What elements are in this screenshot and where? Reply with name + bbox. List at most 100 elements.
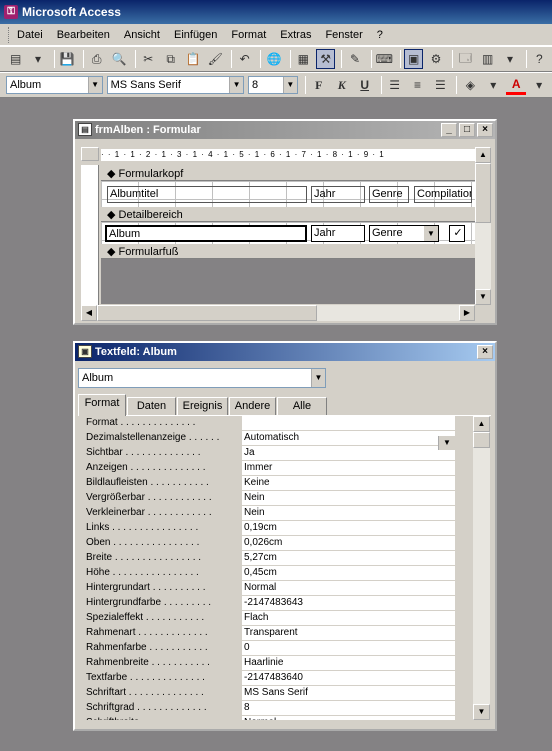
property-row[interactable]: Breite . . . . . . . . . . . . . . . . 5,… [84,551,455,566]
align-left-icon[interactable]: ☰ [385,75,405,95]
tab-format[interactable]: Format [78,394,126,416]
cut-icon[interactable]: ✂ [139,49,158,69]
label-genre[interactable]: Genre [369,186,409,203]
chevron-down-icon[interactable]: ▼ [311,369,325,387]
tab-andere[interactable]: Andere [229,397,276,415]
tab-ereignis[interactable]: Ereignis [177,397,228,415]
property-value[interactable]: Immer [242,461,455,475]
section-bar-detail[interactable]: ◆ Detailbereich [101,208,475,222]
property-row[interactable]: Hintergrundart . . . . . . . . . . Normal [84,581,455,596]
property-row[interactable]: Links . . . . . . . . . . . . . . . . 0,1… [84,521,455,536]
property-value[interactable]: Automatisch [242,431,455,445]
format-dropdown[interactable]: ▼ [438,436,455,450]
property-row[interactable]: Rahmenbreite . . . . . . . . . . . Haarli… [84,656,455,671]
chevron-down-icon[interactable]: ▼ [438,436,455,450]
property-row[interactable]: Sichtbar . . . . . . . . . . . . . . Ja [84,446,455,461]
property-row[interactable]: Format . . . . . . . . . . . . . . [84,416,455,431]
property-value[interactable]: Keine [242,476,455,490]
scroll-thumb-horizontal[interactable] [97,305,317,321]
maximize-icon[interactable]: □ [459,123,475,137]
property-value[interactable]: Haarlinie [242,656,455,670]
property-value[interactable]: Normal [242,716,455,720]
form-window-titlebar[interactable]: ▤ frmAlben : Formular _ □ × [75,121,495,139]
align-right-icon[interactable]: ☰ [430,75,450,95]
new-object-icon[interactable]: ▥ [478,49,497,69]
help-icon[interactable]: ? [530,49,549,69]
chevron-down-icon[interactable]: ▼ [87,77,102,93]
property-scrollbar[interactable]: ▲ ▼ [473,416,490,720]
vertical-scrollbar[interactable]: ▲ ▼ [475,147,491,305]
font-combo[interactable]: MS Sans Serif ▼ [106,76,245,94]
section-bar-footer[interactable]: ◆ Formularfuß [101,245,475,259]
menu-format[interactable]: Format [231,29,266,41]
property-row[interactable]: Höhe . . . . . . . . . . . . . . . . 0,45… [84,566,455,581]
chevron-down-icon[interactable]: ▼ [282,77,297,93]
property-value[interactable]: Flach [242,611,455,625]
close-icon[interactable]: × [477,123,493,137]
textbox-album[interactable]: Album [105,225,307,242]
format-painter-icon[interactable]: 🖌 [206,49,225,69]
underline-button[interactable]: U [355,75,375,95]
property-row[interactable]: Textfarbe . . . . . . . . . . . . . . -21… [84,671,455,686]
property-row[interactable]: Oben . . . . . . . . . . . . . . . . 0,02… [84,536,455,551]
fill-color-dropdown-icon[interactable]: ▾ [483,75,503,95]
chevron-down-icon[interactable]: ▼ [424,226,438,241]
property-row[interactable]: Schriftbreite . . . . . . . . . . . .Nor… [84,716,455,720]
print-icon[interactable]: ⎙ [87,49,106,69]
scroll-up-icon[interactable]: ▲ [475,147,491,163]
property-value[interactable]: 0,026cm [242,536,455,550]
bold-button[interactable]: F [309,75,329,95]
checkbox-compilation[interactable]: ✓ [449,225,465,242]
view-icon[interactable]: ▤ [6,49,25,69]
save-icon[interactable]: 💾 [58,49,77,69]
header-section[interactable]: Albumtitel Jahr Genre Compilation [101,181,475,207]
property-row[interactable]: Schriftgrad . . . . . . . . . . . . .8 [84,701,455,716]
menu-bearbeiten[interactable]: Bearbeiten [57,29,110,41]
property-sheet-titlebar[interactable]: ▣ Textfeld: Album × [75,343,495,361]
align-center-icon[interactable]: ≡ [408,75,428,95]
scroll-down-icon[interactable]: ▼ [473,704,490,720]
property-value[interactable]: 0 [242,641,455,655]
menu-fenster[interactable]: Fenster [325,29,362,41]
scroll-left-icon[interactable]: ◀ [81,305,97,321]
property-value[interactable] [242,416,455,430]
menu-ansicht[interactable]: Ansicht [124,29,160,41]
builder-icon[interactable]: ⚙ [426,49,445,69]
italic-button[interactable]: K [332,75,352,95]
close-icon[interactable]: × [477,345,493,359]
object-select[interactable]: Album ▼ [78,368,326,388]
property-row[interactable]: Dezimalstellenanzeige . . . . . . Automat… [84,431,455,446]
property-value[interactable]: -2147483640 [242,671,455,685]
code-icon[interactable]: ⌨ [375,49,394,69]
minimize-icon[interactable]: _ [441,123,457,137]
scroll-thumb[interactable] [475,163,491,223]
scroll-down-icon[interactable]: ▼ [475,289,491,305]
combo-genre[interactable]: Genre ▼ [369,225,439,242]
property-value[interactable]: 5,27cm [242,551,455,565]
property-value[interactable]: Ja [242,446,455,460]
property-value[interactable]: Nein [242,506,455,520]
menu-extras[interactable]: Extras [280,29,311,41]
new-object-dropdown-icon[interactable]: ▾ [500,49,519,69]
menu-help[interactable]: ? [377,29,383,41]
label-jahr[interactable]: Jahr [311,186,365,203]
object-combo[interactable]: Album ▼ [6,76,103,94]
autoformat-icon[interactable]: ✎ [345,49,364,69]
dropdown-icon[interactable]: ▾ [28,49,47,69]
property-row[interactable]: Anzeigen . . . . . . . . . . . . . . Imme… [84,461,455,476]
scroll-thumb[interactable] [473,432,490,448]
field-list-icon[interactable]: ▦ [294,49,313,69]
form-selector[interactable] [81,147,99,161]
property-row[interactable]: Hintergrundfarbe . . . . . . . . . -21474… [84,596,455,611]
property-value[interactable]: Nein [242,491,455,505]
print-preview-icon[interactable]: 🔍 [109,49,128,69]
property-row[interactable]: Vergrößerbar . . . . . . . . . . . . Nein [84,491,455,506]
toolbox-icon[interactable]: ⚒ [315,49,336,69]
font-color-dropdown-icon[interactable]: ▾ [529,75,549,95]
property-row[interactable]: Bildlaufleisten . . . . . . . . . . . Kei… [84,476,455,491]
copy-icon[interactable]: ⧉ [161,49,180,69]
label-albumtitel[interactable]: Albumtitel [107,186,307,203]
property-value[interactable]: Normal [242,581,455,595]
tab-alle[interactable]: Alle [277,397,327,415]
menu-einfuegen[interactable]: Einfügen [174,29,217,41]
